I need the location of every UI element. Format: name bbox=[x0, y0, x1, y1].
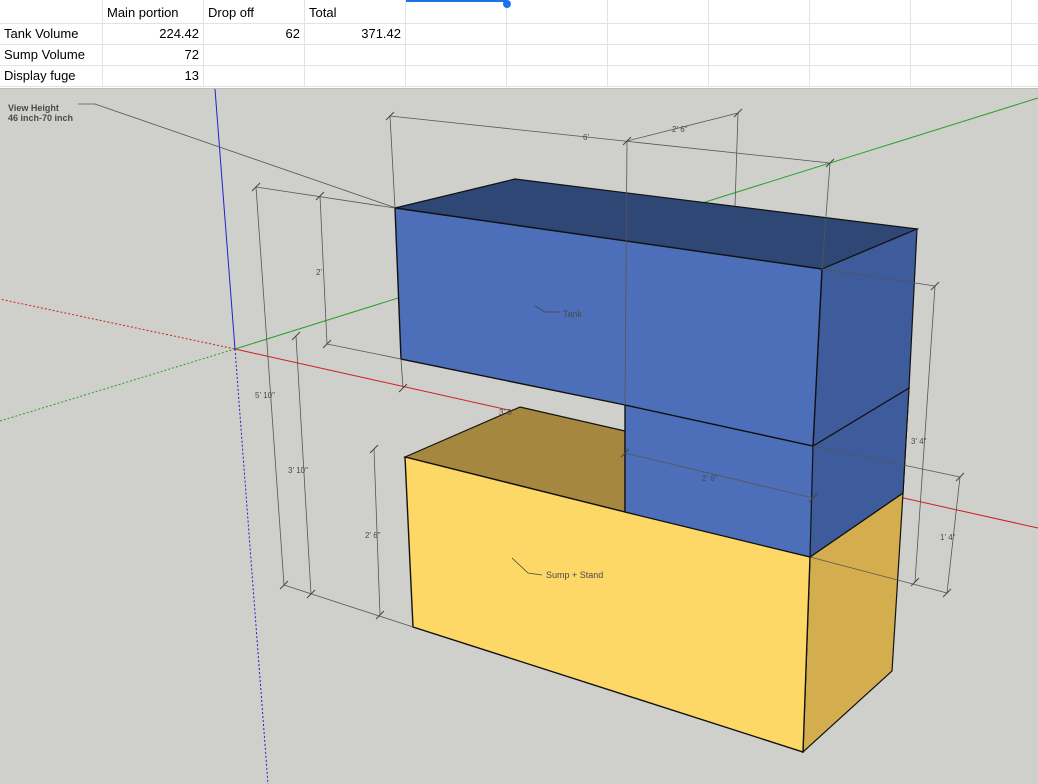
tank-label: Tank bbox=[563, 309, 583, 319]
blue-axis-negative bbox=[234, 348, 269, 784]
gridline bbox=[708, 0, 709, 87]
dim-drop-depth: 2' 6" bbox=[702, 474, 718, 483]
dim-top-length: 6' bbox=[583, 133, 589, 142]
model-canvas[interactable]: 6' 2' 6" 2' 5' 10" 3' 10" 2' 6" 3' 4" 1'… bbox=[0, 89, 1038, 784]
header-drop-off[interactable]: Drop off bbox=[204, 2, 304, 23]
gridline bbox=[910, 0, 911, 87]
cell-tank-main[interactable]: 224.42 bbox=[103, 23, 203, 44]
gridline bbox=[607, 0, 608, 87]
dim-hidden: 3' 0" bbox=[499, 408, 515, 417]
dim-stand-top: 3' 10" bbox=[288, 466, 308, 475]
red-axis-negative bbox=[0, 298, 236, 350]
cell-selection-border bbox=[406, 0, 507, 2]
green-axis-negative bbox=[0, 348, 236, 422]
blue-axis bbox=[214, 89, 236, 350]
dim-right-low: 1' 4" bbox=[940, 533, 956, 542]
dim-top-depth: 2' 6" bbox=[672, 125, 688, 134]
cell-a1[interactable] bbox=[0, 2, 102, 23]
cell-tank-drop[interactable]: 62 bbox=[204, 23, 304, 44]
sump-label: Sump + Stand bbox=[546, 570, 603, 580]
spreadsheet: Main portion Drop off Total Tank Volume … bbox=[0, 0, 1038, 88]
gridline bbox=[0, 86, 1038, 87]
gridline bbox=[405, 0, 406, 87]
row-label-tank-volume[interactable]: Tank Volume bbox=[0, 23, 102, 44]
row-label-display-fuge[interactable]: Display fuge bbox=[0, 65, 102, 86]
gridline bbox=[809, 0, 810, 87]
header-total[interactable]: Total bbox=[305, 2, 405, 23]
dim-right-height: 3' 4" bbox=[911, 437, 927, 446]
cell-fuge-main[interactable]: 13 bbox=[103, 65, 203, 86]
gridline bbox=[1011, 0, 1012, 87]
cell-tank-total[interactable]: 371.42 bbox=[305, 23, 405, 44]
cell-sump-main[interactable]: 72 bbox=[103, 44, 203, 65]
dim-tank-height: 2' bbox=[316, 268, 322, 277]
gridline bbox=[506, 0, 507, 87]
fill-handle[interactable] bbox=[503, 0, 511, 8]
dim-stand-height: 2' 6" bbox=[365, 531, 381, 540]
dim-overall-height: 5' 10" bbox=[255, 391, 275, 400]
model-viewport[interactable]: View Height 46 inch-70 inch 6' 2' 6" 2' … bbox=[0, 88, 1038, 784]
view-height-leader bbox=[78, 103, 397, 209]
header-main-portion[interactable]: Main portion bbox=[103, 2, 203, 23]
row-label-sump-volume[interactable]: Sump Volume bbox=[0, 44, 102, 65]
